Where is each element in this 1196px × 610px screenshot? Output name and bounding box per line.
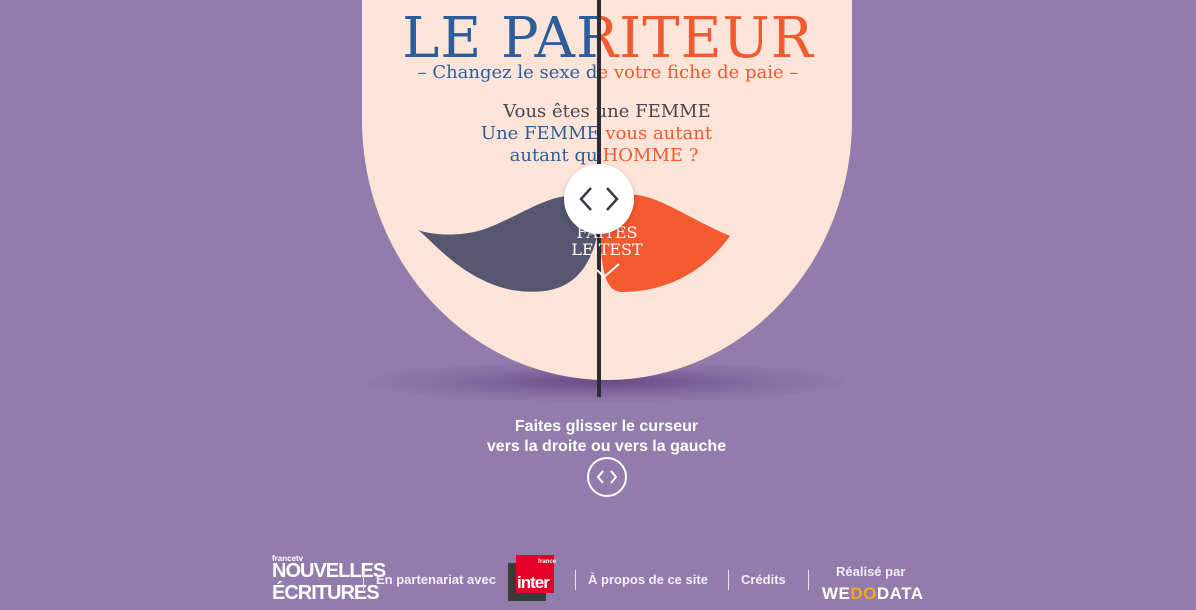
pariteur-page: LE PARITEUR – Changez le sexe de votre f… [0,0,1196,610]
footer-divider [808,570,809,590]
chevrons-left-right-small-icon [596,470,618,484]
wedodata-logo[interactable]: WEDODATA [822,584,924,604]
credits-link[interactable]: Crédits [741,572,786,587]
partner-label: En partenariat avec [376,572,496,587]
made-by-label: Réalisé par [836,564,906,579]
wedodata-we: WE [822,584,851,603]
check-icon[interactable] [595,262,621,280]
nouvelles-text: NOUVELLES [272,560,386,582]
nouvelles-ecritures-logo[interactable]: francetv NOUVELLES ÉCRITURES [272,554,386,606]
france-inter-logo[interactable]: france inter [508,555,557,601]
slider-instructions: Faites glisser le curseur vers la droite… [0,417,1196,457]
inter-logo-france-text: france [538,559,557,565]
footer-divider [728,570,729,590]
footer-divider [575,570,576,590]
slider-handle[interactable] [564,164,634,234]
instructions-line1: Faites glisser le curseur [514,418,699,435]
footer-divider [363,570,364,590]
about-link[interactable]: À propos de ce site [588,572,708,587]
wedodata-data: DATA [876,584,924,603]
footer: francetv NOUVELLES ÉCRITURES En partenar… [0,548,1196,610]
wedodata-do: DO [850,584,877,603]
chevrons-left-right-icon [579,187,619,211]
cta-line2: LE TEST [571,240,643,259]
inter-logo-text: inter [517,573,550,592]
instructions-line2: vers la droite ou vers la gauche [486,438,727,455]
slider-hint-icon[interactable] [587,457,627,497]
